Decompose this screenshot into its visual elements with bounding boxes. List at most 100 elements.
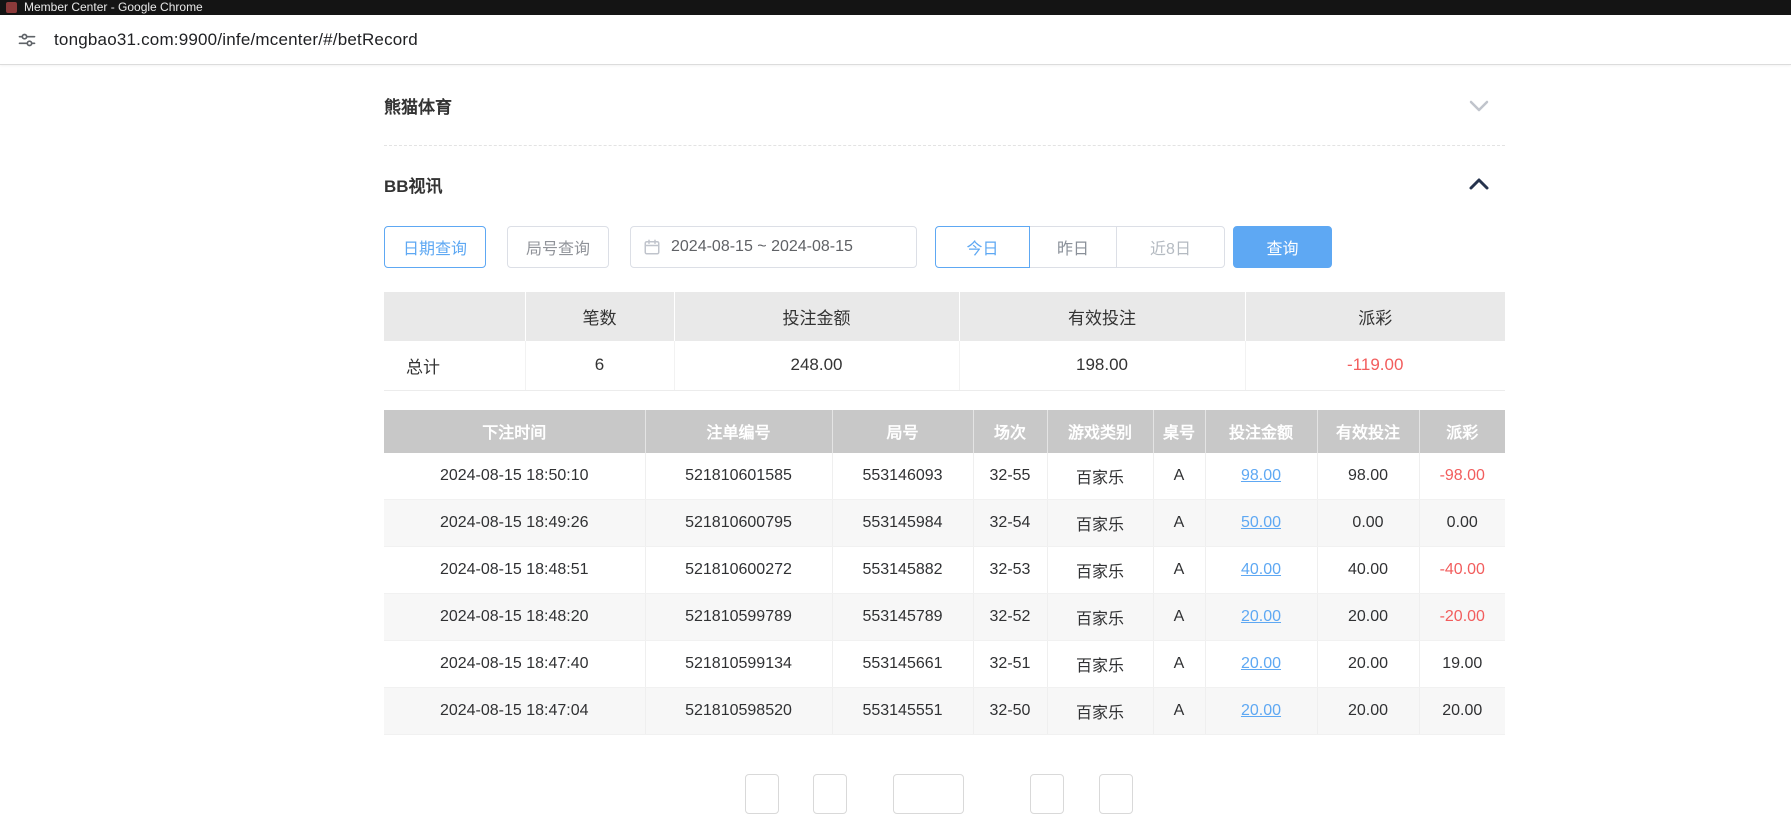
payout-cell: 20.00 (1419, 688, 1505, 735)
bet-time-cell: 2024-08-15 18:47:04 (384, 688, 645, 735)
summary-header-blank (384, 292, 525, 341)
session-cell: 32-55 (973, 453, 1047, 500)
table-no-cell: A (1153, 453, 1205, 500)
session-cell: 32-51 (973, 641, 1047, 688)
header-table-no: 桌号 (1153, 410, 1205, 453)
game-type-cell: 百家乐 (1047, 641, 1153, 688)
summary-total-row: 总计 6 248.00 198.00 -119.00 (384, 341, 1505, 390)
bet-time-cell: 2024-08-15 18:48:51 (384, 547, 645, 594)
header-session: 场次 (973, 410, 1047, 453)
yesterday-button[interactable]: 昨日 (1029, 226, 1117, 268)
payout-cell: 0.00 (1419, 500, 1505, 547)
order-id-cell: 521810599134 (645, 641, 832, 688)
pagination-jump-input[interactable] (893, 774, 964, 814)
last-8-days-button[interactable]: 近8日 (1116, 226, 1225, 268)
section-bb-video[interactable]: BB视讯 (384, 146, 1505, 222)
table-row: 2024-08-15 18:47:40 521810599134 5531456… (384, 641, 1505, 688)
payout-cell: 19.00 (1419, 641, 1505, 688)
bet-amount-link[interactable]: 50.00 (1241, 514, 1281, 531)
summary-header-count: 笔数 (525, 292, 674, 341)
table-no-cell: A (1153, 594, 1205, 641)
header-bet-time: 下注时间 (384, 410, 645, 453)
summary-header-row: 笔数 投注金额 有效投注 派彩 (384, 292, 1505, 341)
table-no-cell: A (1153, 641, 1205, 688)
valid-bet-cell: 20.00 (1317, 594, 1419, 641)
table-header-row: 下注时间 注单编号 局号 场次 游戏类别 桌号 投注金额 有效投注 派彩 (384, 410, 1505, 453)
valid-bet-cell: 0.00 (1317, 500, 1419, 547)
bet-time-cell: 2024-08-15 18:50:10 (384, 453, 645, 500)
section-panda-sports[interactable]: 熊猫体育 (384, 66, 1505, 146)
summary-header-payout: 派彩 (1245, 292, 1505, 341)
round-id-cell: 553145551 (832, 688, 973, 735)
valid-bet-cell: 98.00 (1317, 453, 1419, 500)
summary-count-value: 6 (525, 341, 674, 390)
summary-bet-value: 248.00 (674, 341, 959, 390)
valid-bet-cell: 40.00 (1317, 547, 1419, 594)
round-id-cell: 553145882 (832, 547, 973, 594)
summary-table: 笔数 投注金额 有效投注 派彩 总计 6 248.00 198.00 -119.… (384, 292, 1505, 391)
round-id-cell: 553145661 (832, 641, 973, 688)
table-no-cell: A (1153, 500, 1205, 547)
summary-payout-value: -119.00 (1245, 341, 1505, 390)
bet-amount-link[interactable]: 20.00 (1241, 702, 1281, 719)
bet-records-table: 下注时间 注单编号 局号 场次 游戏类别 桌号 投注金额 有效投注 派彩 202… (384, 410, 1505, 736)
date-query-tab-button[interactable]: 日期查询 (384, 226, 486, 268)
table-row: 2024-08-15 18:48:20 521810599789 5531457… (384, 594, 1505, 641)
today-button[interactable]: 今日 (935, 226, 1030, 268)
search-button[interactable]: 查询 (1233, 226, 1332, 268)
app-window-icon (6, 2, 17, 13)
chevron-down-icon[interactable] (1467, 94, 1491, 118)
table-no-cell: A (1153, 547, 1205, 594)
table-row: 2024-08-15 18:48:51 521810600272 5531458… (384, 547, 1505, 594)
browser-url-bar[interactable]: tongbao31.com:9900/infe/mcenter/#/betRec… (0, 15, 1791, 65)
site-settings-tune-icon[interactable] (16, 29, 38, 51)
round-id-cell: 553145984 (832, 500, 973, 547)
url-text[interactable]: tongbao31.com:9900/infe/mcenter/#/betRec… (54, 30, 418, 50)
order-id-cell: 521810601585 (645, 453, 832, 500)
game-type-cell: 百家乐 (1047, 547, 1153, 594)
payout-cell: -40.00 (1419, 547, 1505, 594)
date-range-input[interactable]: 2024-08-15 ~ 2024-08-15 (630, 226, 917, 268)
bet-record-page: 熊猫体育 BB视讯 日期查询 局号查询 2024-08-15 ~ 2024-08… (384, 66, 1505, 735)
pagination-control[interactable] (1099, 774, 1133, 814)
payout-cell: -98.00 (1419, 453, 1505, 500)
calendar-icon (643, 238, 661, 256)
round-query-tab-button[interactable]: 局号查询 (507, 226, 609, 268)
summary-total-label: 总计 (384, 341, 525, 390)
pagination-prev-button[interactable] (745, 774, 779, 814)
filter-toolbar: 日期查询 局号查询 2024-08-15 ~ 2024-08-15 今日 昨日 … (384, 226, 1505, 268)
section-title: BB视讯 (384, 172, 443, 197)
header-game-type: 游戏类别 (1047, 410, 1153, 453)
valid-bet-cell: 20.00 (1317, 641, 1419, 688)
section-title: 熊猫体育 (384, 93, 452, 118)
header-order-id: 注单编号 (645, 410, 832, 453)
valid-bet-cell: 20.00 (1317, 688, 1419, 735)
game-type-cell: 百家乐 (1047, 453, 1153, 500)
summary-header-valid: 有效投注 (959, 292, 1245, 341)
header-bet-amount: 投注金额 (1205, 410, 1317, 453)
table-row: 2024-08-15 18:49:26 521810600795 5531459… (384, 500, 1505, 547)
header-valid-bet: 有效投注 (1317, 410, 1419, 453)
table-row: 2024-08-15 18:50:10 521810601585 5531460… (384, 453, 1505, 500)
chevron-up-icon[interactable] (1467, 172, 1491, 196)
pagination-page-button[interactable] (813, 774, 847, 814)
round-id-cell: 553145789 (832, 594, 973, 641)
pagination-next-button[interactable] (1030, 774, 1064, 814)
bet-amount-link[interactable]: 20.00 (1241, 655, 1281, 672)
bet-amount-link[interactable]: 40.00 (1241, 561, 1281, 578)
bet-amount-link[interactable]: 98.00 (1241, 467, 1281, 484)
game-type-cell: 百家乐 (1047, 500, 1153, 547)
payout-cell: -20.00 (1419, 594, 1505, 641)
bet-time-cell: 2024-08-15 18:48:20 (384, 594, 645, 641)
bet-amount-link[interactable]: 20.00 (1241, 608, 1281, 625)
session-cell: 32-53 (973, 547, 1047, 594)
header-round-id: 局号 (832, 410, 973, 453)
table-no-cell: A (1153, 688, 1205, 735)
quick-range-group: 今日 昨日 近8日 (935, 226, 1225, 268)
bet-time-cell: 2024-08-15 18:49:26 (384, 500, 645, 547)
date-range-value: 2024-08-15 ~ 2024-08-15 (671, 238, 853, 256)
order-id-cell: 521810598520 (645, 688, 832, 735)
order-id-cell: 521810600795 (645, 500, 832, 547)
game-type-cell: 百家乐 (1047, 594, 1153, 641)
session-cell: 32-52 (973, 594, 1047, 641)
